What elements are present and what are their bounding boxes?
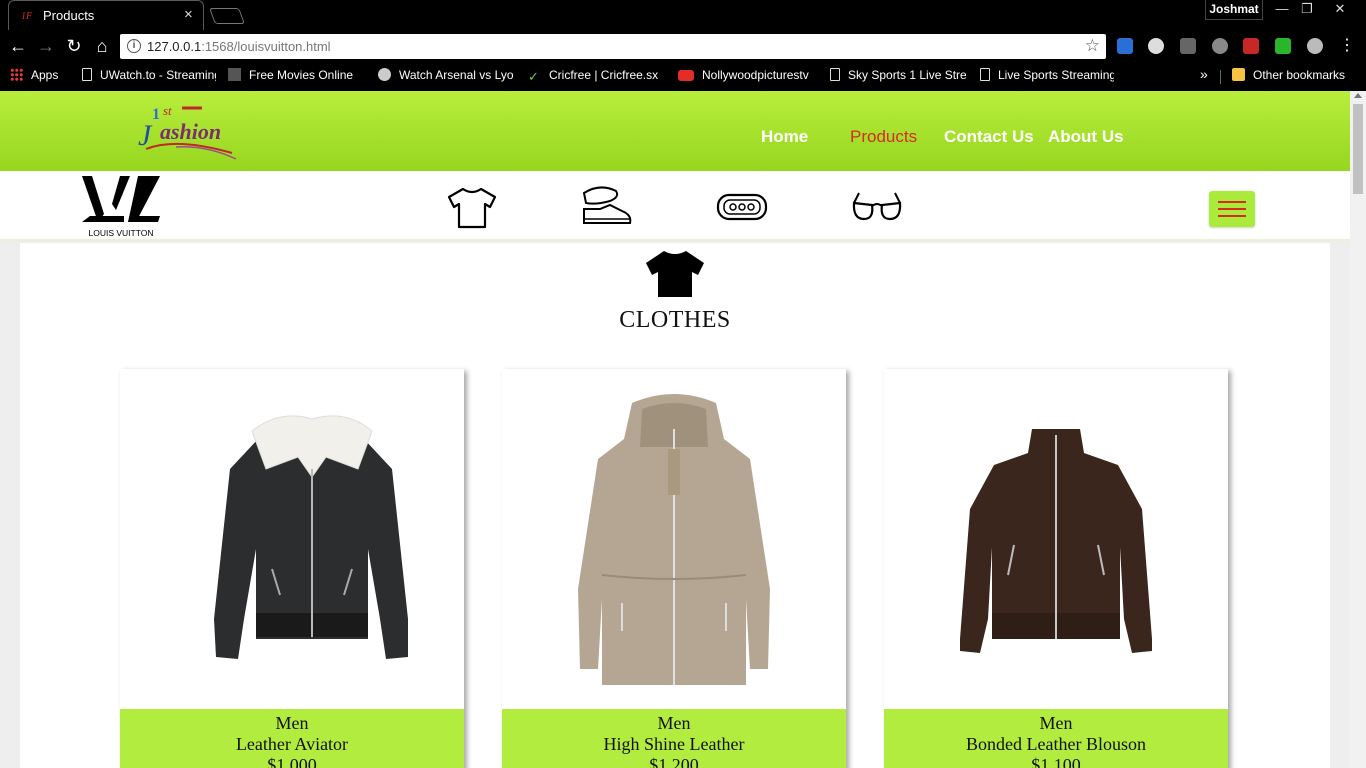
louis-vuitton-logo[interactable]: LOUIS VUITTON bbox=[80, 174, 162, 238]
product-caption: Men Bonded Leather Blouson $1,100 bbox=[884, 709, 1228, 768]
bracelet-icon[interactable] bbox=[715, 183, 769, 231]
menu-toggle-button[interactable] bbox=[1209, 191, 1255, 227]
product-card[interactable]: Men Bonded Leather Blouson $1,100 bbox=[884, 369, 1228, 768]
nav-home-link[interactable]: Home bbox=[761, 127, 808, 147]
url-text[interactable]: 127.0.0.1:1568/louisvuitton.html bbox=[147, 39, 331, 54]
nav-contact-link[interactable]: Contact Us bbox=[944, 127, 1034, 147]
bookmark-nollywood[interactable]: Nollywoodpicturestv bbox=[678, 68, 816, 86]
folder-icon bbox=[1232, 68, 1245, 81]
product-image-bonded-leather-blouson[interactable] bbox=[884, 369, 1228, 709]
forward-icon[interactable]: → bbox=[35, 35, 57, 57]
scrollbar-thumb[interactable] bbox=[1353, 104, 1363, 194]
home-icon[interactable]: ⌂ bbox=[91, 35, 113, 57]
bookmarks-bar: Apps UWatch.to - Streaming Free Movies O… bbox=[0, 63, 1366, 90]
bookmark-star-icon[interactable]: ☆ bbox=[1085, 36, 1100, 56]
nav-products-link[interactable]: Products bbox=[850, 127, 917, 147]
tab-title: Products bbox=[43, 8, 95, 23]
cast-extension-icon[interactable] bbox=[1117, 38, 1133, 54]
product-caption: Men Leather Aviator $1,000 bbox=[120, 709, 464, 768]
ball-icon bbox=[378, 68, 391, 81]
product-category: Men bbox=[657, 713, 691, 733]
page-icon bbox=[82, 68, 92, 81]
check-icon: ✓ bbox=[528, 69, 539, 84]
bookmark-sky-sports[interactable]: Sky Sports 1 Live Stream bbox=[830, 68, 966, 86]
flag-extension-icon[interactable] bbox=[1275, 38, 1291, 54]
svg-text:1: 1 bbox=[152, 106, 160, 123]
svg-text:1F: 1F bbox=[21, 11, 33, 22]
browser-tab-strip: 1F Products × Joshmat — ❐ ✕ bbox=[0, 0, 1366, 30]
product-image-leather-aviator[interactable] bbox=[120, 369, 464, 709]
products-section: CLOTHES Men Leather Aviator $1,000 Men H… bbox=[20, 243, 1330, 768]
clothes-icon bbox=[646, 251, 704, 297]
scroll-up-icon[interactable] bbox=[1354, 93, 1362, 98]
new-tab-button[interactable] bbox=[209, 8, 245, 24]
product-category: Men bbox=[1039, 713, 1073, 733]
hamburger-line bbox=[1218, 215, 1246, 217]
svg-text:LOUIS VUITTON: LOUIS VUITTON bbox=[88, 228, 153, 238]
product-price: $1,100 bbox=[1031, 755, 1081, 768]
bookmark-uwatch[interactable]: UWatch.to - Streaming bbox=[82, 68, 216, 86]
nav-about-link[interactable]: About Us bbox=[1048, 127, 1124, 147]
category-bar: LOUIS VUITTON bbox=[0, 171, 1350, 241]
bookmark-apps[interactable]: Apps bbox=[10, 68, 70, 86]
svg-text:st: st bbox=[163, 103, 172, 118]
page-icon bbox=[830, 68, 840, 81]
product-name: High Shine Leather bbox=[603, 734, 745, 754]
shoe-icon[interactable] bbox=[580, 183, 634, 231]
section-title: CLOTHES bbox=[619, 307, 731, 333]
back-icon[interactable]: ← bbox=[7, 35, 29, 57]
java-extension-icon[interactable] bbox=[1180, 38, 1196, 54]
info-icon[interactable]: i bbox=[127, 39, 141, 53]
favicon-icon: 1F bbox=[21, 11, 33, 22]
browser-tab[interactable]: 1F Products × bbox=[8, 0, 204, 30]
restore-icon[interactable]: ❐ bbox=[1293, 0, 1321, 20]
product-price: $1,000 bbox=[267, 755, 317, 768]
product-category: Men bbox=[275, 713, 309, 733]
bookmark-cricfree[interactable]: ✓ Cricfree | Cricfree.sx bbox=[528, 68, 662, 86]
product-card[interactable]: Men Leather Aviator $1,000 bbox=[120, 369, 464, 768]
bookmark-live-sports[interactable]: Live Sports Streaming bbox=[980, 68, 1114, 86]
other-bookmarks[interactable]: Other bookmarks bbox=[1232, 68, 1362, 86]
close-window-icon[interactable]: ✕ bbox=[1326, 0, 1354, 20]
tab-close-icon[interactable]: × bbox=[184, 6, 193, 23]
product-image-high-shine-leather[interactable] bbox=[502, 369, 846, 709]
profile-button[interactable]: Joshmat bbox=[1205, 0, 1263, 20]
address-bar[interactable]: i 127.0.0.1:1568/louisvuitton.html ☆ bbox=[120, 34, 1106, 59]
reload-icon[interactable]: ↻ bbox=[63, 35, 85, 57]
product-name: Bonded Leather Blouson bbox=[966, 734, 1146, 754]
bookmark-free-movies[interactable]: Free Movies Online bbox=[228, 68, 362, 86]
product-card[interactable]: Men High Shine Leather $1,200 bbox=[502, 369, 846, 768]
glasses-icon[interactable] bbox=[850, 183, 904, 231]
tshirt-icon[interactable] bbox=[445, 183, 499, 231]
site-header: 1 st J ashion Home Products Contact Us A… bbox=[0, 91, 1350, 171]
product-name: Leather Aviator bbox=[235, 734, 349, 754]
product-price: $1,200 bbox=[649, 755, 699, 768]
cloud-extension-icon[interactable] bbox=[1307, 38, 1323, 54]
pdf-extension-icon[interactable] bbox=[1243, 38, 1259, 54]
bookmark-arsenal[interactable]: Watch Arsenal vs Lyon bbox=[378, 68, 514, 86]
film-icon bbox=[228, 68, 241, 81]
youtube-icon bbox=[678, 70, 694, 81]
svg-text:ashion: ashion bbox=[160, 119, 221, 144]
bookmark-separator bbox=[1220, 70, 1221, 84]
menu-icon[interactable]: ⋮ bbox=[1336, 35, 1358, 57]
minimize-icon[interactable]: — bbox=[1268, 0, 1296, 20]
apps-grid-icon bbox=[10, 68, 23, 81]
product-caption: Men High Shine Leather $1,200 bbox=[502, 709, 846, 768]
vertical-scrollbar[interactable] bbox=[1350, 91, 1366, 768]
browser-toolbar: ← → ↻ ⌂ i 127.0.0.1:1568/louisvuitton.ht… bbox=[0, 30, 1366, 63]
site-logo[interactable]: 1 st J ashion bbox=[136, 97, 248, 163]
hamburger-line bbox=[1218, 208, 1246, 210]
page-viewport: 1 st J ashion Home Products Contact Us A… bbox=[0, 91, 1350, 768]
ball-extension-icon[interactable] bbox=[1148, 38, 1164, 54]
sync-extension-icon[interactable] bbox=[1212, 38, 1228, 54]
page-icon bbox=[980, 68, 990, 81]
bookmarks-overflow-button[interactable]: » bbox=[1200, 66, 1214, 84]
hamburger-line bbox=[1218, 201, 1246, 203]
